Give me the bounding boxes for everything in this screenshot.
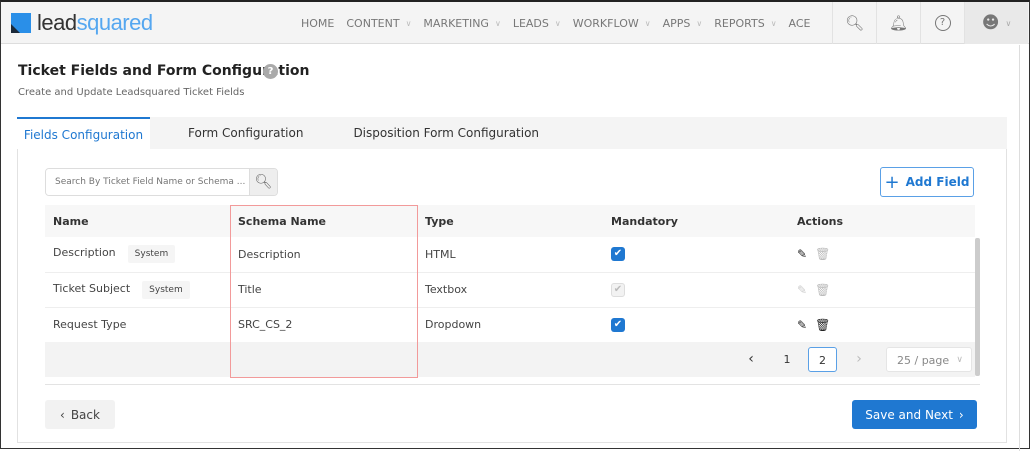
nav-item-ace[interactable]: ACE xyxy=(789,17,811,30)
page-2-button[interactable]: 2 xyxy=(808,347,837,372)
edit-icon: ✎ xyxy=(797,282,808,297)
page-1-button[interactable]: 1 xyxy=(777,347,797,372)
table-row: Request Type SRC_CS_2 Dropdown ✔ ✎ 🗑︎ xyxy=(45,307,975,343)
search-input[interactable] xyxy=(46,169,249,195)
chevron-down-icon: ∨ xyxy=(494,18,501,28)
system-badge: System xyxy=(127,245,176,264)
column-header-mandatory: Mandatory xyxy=(603,205,789,237)
nav-label: WORKFLOW xyxy=(572,16,639,30)
search-button[interactable]: 🔍︎ xyxy=(249,169,277,195)
nav-item-reports[interactable]: REPORTS ∨ xyxy=(714,17,776,30)
mandatory-checkbox: ✔ xyxy=(611,282,625,297)
column-header-actions: Actions xyxy=(789,205,975,237)
nav-label: LEADS xyxy=(512,16,549,30)
logo-text-accent: squared xyxy=(76,10,154,35)
back-label: Back xyxy=(70,407,100,422)
user-avatar-icon: ☻ xyxy=(981,13,1000,33)
delete-icon[interactable]: 🗑︎ xyxy=(815,318,830,332)
search-icon[interactable]: 🔍︎ xyxy=(832,2,876,44)
next-page-button[interactable]: › xyxy=(849,347,869,372)
notification-bell-icon[interactable]: 🔔︎ xyxy=(876,2,920,44)
schema-name-highlight xyxy=(230,205,418,378)
nav-label: CONTENT xyxy=(346,16,400,30)
delete-icon: 🗑︎ xyxy=(815,282,831,297)
field-name: Description xyxy=(53,246,116,260)
nav-item-leads[interactable]: LEADS ∨ xyxy=(513,17,561,30)
field-name: Request Type xyxy=(53,318,127,331)
nav-label: REPORTS xyxy=(714,16,765,30)
table-scrollbar[interactable] xyxy=(975,238,980,376)
edit-icon[interactable]: ✎ xyxy=(797,318,807,332)
prev-page-button[interactable]: ‹ xyxy=(741,347,761,372)
actions-cell: ✎ 🗑︎ xyxy=(789,272,975,308)
name-cell: Request Type xyxy=(45,307,230,343)
user-menu[interactable]: ☻ ∨ xyxy=(964,2,1028,44)
mandatory-cell: ✔ xyxy=(603,237,789,273)
chevron-down-icon: ∨ xyxy=(1005,18,1012,28)
chevron-down-icon: ∨ xyxy=(405,18,412,28)
help-icon[interactable]: ? xyxy=(263,64,278,79)
help-icon[interactable]: ? xyxy=(920,2,964,44)
name-cell: Ticket Subject System xyxy=(45,272,230,308)
tab-fields-configuration[interactable]: Fields Configuration xyxy=(17,117,150,149)
nav-label: MARKETING xyxy=(423,16,489,30)
nav-item-home[interactable]: HOME xyxy=(301,17,334,30)
edit-icon[interactable]: ✎ xyxy=(797,247,807,261)
search-icon: 🔍︎ xyxy=(254,174,273,190)
save-label: Save and Next xyxy=(865,407,953,422)
logo-icon xyxy=(11,13,31,33)
logo-text: lead xyxy=(37,10,77,35)
save-and-next-button[interactable]: Save and Next › xyxy=(852,400,977,429)
page-size-value: 25 / page xyxy=(897,354,950,367)
column-header-name: Name xyxy=(45,205,230,237)
type-cell: HTML xyxy=(417,237,603,273)
nav-item-apps[interactable]: APPS ∨ xyxy=(663,17,703,30)
page-size-select[interactable]: 25 / page ∨ xyxy=(886,347,972,372)
main-nav: HOME CONTENT ∨ MARKETING ∨ LEADS ∨ WORKFLOW ∨ APP… xyxy=(301,2,823,44)
search-box: 🔍︎ xyxy=(45,168,278,196)
page-subtitle: Create and Update Leadsquared Ticket Fie… xyxy=(18,87,245,98)
nav-label: HOME xyxy=(301,16,335,30)
divider xyxy=(45,384,980,385)
fields-table: Name Schema Name Type Mandatory Actions … xyxy=(45,205,975,343)
chevron-down-icon: ∨ xyxy=(956,355,963,365)
nav-label: ACE xyxy=(788,16,811,30)
mandatory-cell: ✔ xyxy=(603,307,789,343)
nav-item-workflow[interactable]: WORKFLOW ∨ xyxy=(573,17,651,30)
tab-form-configuration[interactable]: Form Configuration xyxy=(150,117,323,149)
type-cell: Dropdown xyxy=(417,307,603,343)
nav-item-marketing[interactable]: MARKETING ∨ xyxy=(423,17,500,30)
mandatory-checkbox[interactable]: ✔ xyxy=(611,317,625,332)
system-badge: System xyxy=(142,280,190,299)
plus-icon: + xyxy=(884,171,900,193)
chevron-left-icon: ‹ xyxy=(60,407,65,422)
nav-item-content[interactable]: CONTENT ∨ xyxy=(346,17,411,30)
nav-label: APPS xyxy=(662,16,691,30)
table-row: Description System Description HTML ✔ ✎ 🗑︎ xyxy=(45,237,975,273)
mandatory-cell: ✔ xyxy=(603,272,789,308)
actions-cell: ✎ 🗑︎ xyxy=(789,307,975,343)
chevron-down-icon: ∨ xyxy=(770,18,777,28)
back-button[interactable]: ‹ Back xyxy=(45,400,115,429)
chevron-right-icon: › xyxy=(958,407,964,422)
actions-cell: ✎ 🗑︎ xyxy=(789,237,975,273)
chevron-down-icon: ∨ xyxy=(554,18,561,28)
table-row: Ticket Subject System Title Textbox ✔ ✎ 🗑︎ xyxy=(45,272,975,308)
divider xyxy=(1019,45,1020,451)
delete-icon: 🗑︎ xyxy=(815,247,831,262)
column-header-type: Type xyxy=(417,205,603,237)
tab-disposition-form-configuration[interactable]: Disposition Form Configuration xyxy=(323,117,559,149)
type-cell: Textbox xyxy=(417,272,603,308)
mandatory-checkbox[interactable]: ✔ xyxy=(611,247,625,262)
top-navbar: leadsquared HOME CONTENT ∨ MARKETING ∨ LEADS ∨… xyxy=(1,2,1029,44)
add-field-button[interactable]: + Add Field xyxy=(880,167,974,197)
add-field-label: Add Field xyxy=(905,175,970,189)
leadsquared-logo[interactable]: leadsquared xyxy=(11,10,153,36)
chevron-down-icon: ∨ xyxy=(644,18,651,28)
name-cell: Description System xyxy=(45,237,230,273)
pagination-bar: ‹ 1 2 › 25 / page ∨ xyxy=(45,342,975,377)
tab-bar: Fields Configuration Form Configuration … xyxy=(17,117,1007,149)
field-name: Ticket Subject xyxy=(53,281,131,295)
chevron-down-icon: ∨ xyxy=(696,18,703,28)
